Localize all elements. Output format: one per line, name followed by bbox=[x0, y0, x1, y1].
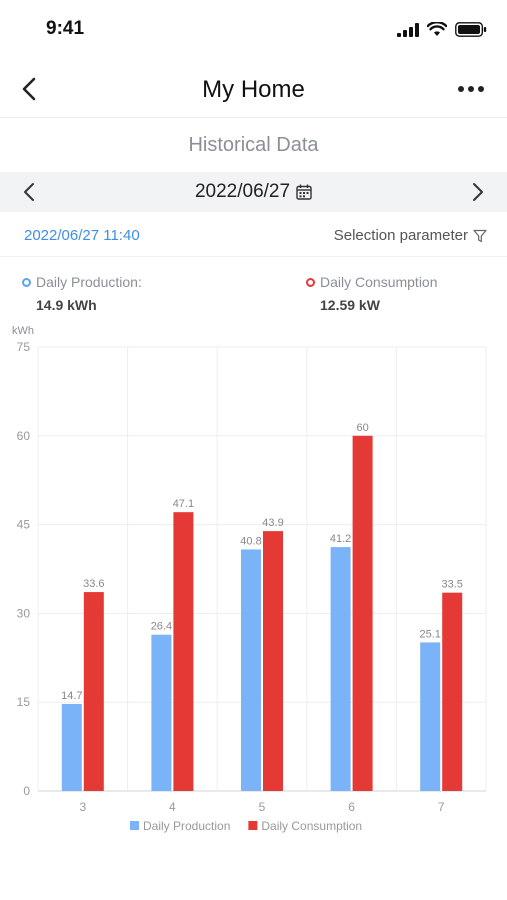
legend-swatch bbox=[130, 821, 139, 830]
legend-swatch bbox=[248, 821, 258, 830]
daily-production-label: Daily Production: bbox=[36, 274, 142, 290]
daily-consumption-value: 12.59 kW bbox=[320, 297, 380, 313]
bar bbox=[420, 642, 441, 791]
bar bbox=[151, 634, 172, 791]
y-tick-label: 75 bbox=[17, 340, 31, 354]
x-tick-label: 3 bbox=[79, 800, 86, 814]
daily-consumption-summary: Daily Consumption 12.59 kW bbox=[306, 274, 438, 313]
date-picker[interactable]: 2022/06/27 bbox=[0, 181, 507, 203]
data-label: 40.8 bbox=[240, 535, 261, 547]
selection-parameter-button[interactable]: Selection parameter bbox=[334, 227, 487, 244]
data-label: 60 bbox=[356, 422, 368, 434]
bar bbox=[352, 435, 373, 791]
x-tick-label: 7 bbox=[438, 800, 445, 814]
legend-label: Daily Production bbox=[143, 819, 230, 833]
more-button[interactable] bbox=[455, 74, 487, 104]
y-tick-label: 30 bbox=[17, 606, 31, 620]
data-label: 43.9 bbox=[262, 517, 283, 529]
bar bbox=[330, 547, 351, 791]
page-title: My Home bbox=[202, 76, 305, 103]
battery-icon bbox=[455, 22, 487, 37]
chevron-right-icon bbox=[473, 183, 483, 201]
data-label: 33.6 bbox=[83, 578, 104, 590]
bar bbox=[173, 512, 194, 791]
bar bbox=[83, 592, 104, 791]
section-title: Historical Data bbox=[188, 134, 319, 156]
bar-chart: kWh0153045607514.733.6326.447.1440.843.9… bbox=[12, 325, 487, 833]
consumption-marker bbox=[306, 277, 315, 287]
current-date: 2022/06/27 bbox=[194, 181, 291, 202]
nav-bar: My Home bbox=[0, 62, 507, 118]
y-tick-label: 45 bbox=[17, 518, 31, 532]
data-label: 25.1 bbox=[419, 628, 440, 640]
divider bbox=[0, 256, 507, 257]
y-tick-label: 0 bbox=[23, 784, 30, 798]
y-tick-label: 15 bbox=[17, 695, 31, 709]
daily-production-summary: Daily Production: 14.9 kWh bbox=[22, 274, 142, 313]
daily-consumption-label: Daily Consumption bbox=[320, 274, 438, 290]
selection-parameter-label: Selection parameter bbox=[333, 227, 468, 244]
legend-label: Daily Consumption bbox=[261, 819, 362, 833]
y-tick-label: 60 bbox=[17, 429, 31, 443]
wifi-icon bbox=[427, 22, 447, 36]
calendar-icon bbox=[296, 184, 312, 200]
bar bbox=[263, 531, 283, 791]
status-time: 9:41 bbox=[46, 18, 85, 39]
update-timestamp: 2022/06/27 11:40 bbox=[24, 227, 140, 244]
y-axis-label: kWh bbox=[12, 325, 34, 337]
more-horizontal-icon bbox=[458, 86, 484, 92]
data-label: 14.7 bbox=[61, 690, 82, 702]
data-label: 47.1 bbox=[173, 498, 194, 510]
data-label: 33.5 bbox=[441, 579, 462, 591]
next-date-button[interactable] bbox=[463, 177, 493, 207]
signal-icon bbox=[397, 22, 419, 37]
bar bbox=[442, 592, 463, 791]
status-icons bbox=[397, 22, 487, 37]
date-selector: 2022/06/27 bbox=[0, 172, 507, 212]
daily-production-value: 14.9 kWh bbox=[36, 297, 97, 313]
meta-row: 2022/06/27 11:40 Selection parameter bbox=[0, 222, 507, 252]
status-bar: 9:41 bbox=[0, 0, 507, 60]
x-tick-label: 6 bbox=[348, 800, 355, 814]
bar bbox=[61, 703, 82, 791]
data-label: 41.2 bbox=[330, 533, 351, 545]
x-tick-label: 4 bbox=[169, 800, 176, 814]
filter-icon bbox=[473, 229, 487, 242]
production-marker bbox=[22, 277, 31, 287]
bar bbox=[241, 549, 261, 791]
x-tick-label: 5 bbox=[259, 800, 266, 814]
data-label: 26.4 bbox=[151, 621, 172, 633]
